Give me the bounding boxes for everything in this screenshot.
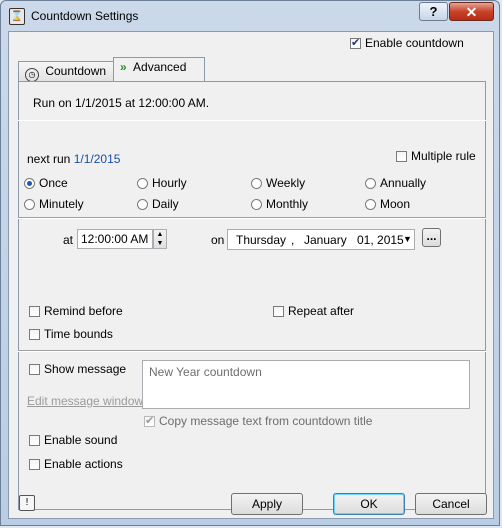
radio-minutely-icon[interactable] bbox=[24, 199, 35, 210]
remind-before-check-icon[interactable] bbox=[29, 306, 40, 317]
countdown-settings-window: ⌛ Countdown Settings ? ✕ Enable countdow… bbox=[0, 0, 500, 526]
radio-moon[interactable]: Moon bbox=[365, 197, 410, 211]
radio-hourly[interactable]: Hourly bbox=[137, 176, 187, 190]
cancel-button[interactable]: Cancel bbox=[415, 493, 487, 515]
radio-once-icon[interactable] bbox=[24, 178, 35, 189]
timer-icon: ◷ bbox=[25, 68, 39, 82]
radio-daily-label: Daily bbox=[152, 197, 179, 211]
multiple-rule-label: Multiple rule bbox=[411, 149, 476, 163]
enable-sound-checkbox[interactable]: Enable sound bbox=[29, 433, 117, 447]
radio-moon-icon[interactable] bbox=[365, 199, 376, 210]
multiple-rule-check-icon[interactable] bbox=[396, 151, 407, 162]
date-separator: , bbox=[291, 233, 295, 247]
time-bounds-check-icon[interactable] bbox=[29, 329, 40, 340]
spin-up-icon[interactable]: ▲ bbox=[154, 230, 166, 239]
radio-minutely-label: Minutely bbox=[39, 197, 84, 211]
show-message-checkbox[interactable]: Show message bbox=[29, 362, 126, 376]
next-run-label: next run bbox=[27, 152, 71, 166]
enable-countdown-label: Enable countdown bbox=[365, 36, 464, 50]
copy-title-check-icon[interactable] bbox=[144, 414, 155, 427]
chevron-down-icon[interactable]: ▼ bbox=[403, 234, 412, 244]
ok-button[interactable]: OK bbox=[333, 493, 405, 515]
radio-weekly[interactable]: Weekly bbox=[251, 176, 305, 190]
message-text: New Year countdown bbox=[149, 365, 262, 379]
repeat-after-check-icon[interactable] bbox=[273, 306, 284, 317]
enable-sound-label: Enable sound bbox=[44, 433, 118, 447]
tab-advanced[interactable]: » Advanced bbox=[113, 57, 205, 81]
at-label: at bbox=[63, 233, 74, 247]
time-bounds-checkbox[interactable]: Time bounds bbox=[29, 327, 113, 341]
radio-daily[interactable]: Daily bbox=[137, 197, 179, 211]
next-run-link[interactable]: 1/1/2015 bbox=[74, 152, 121, 166]
remind-before-label: Remind before bbox=[44, 304, 123, 318]
multiple-rule-checkbox[interactable]: Multiple rule bbox=[396, 149, 476, 163]
remind-before-checkbox[interactable]: Remind before bbox=[29, 304, 123, 318]
tab-advanced-label: Advanced bbox=[133, 60, 187, 74]
speech-bubble-icon[interactable]: ! bbox=[19, 495, 35, 511]
message-textarea[interactable]: New Year countdown bbox=[142, 360, 470, 409]
frequency-separator bbox=[18, 217, 486, 219]
tab-countdown-label: Countdown bbox=[45, 64, 107, 78]
enable-actions-check-icon[interactable] bbox=[29, 459, 40, 470]
enable-actions-checkbox[interactable]: Enable actions bbox=[29, 457, 123, 471]
time-value: 12:00:00 AM bbox=[81, 232, 149, 246]
time-spinner[interactable]: ▲ ▼ bbox=[153, 229, 167, 249]
spin-down-icon[interactable]: ▼ bbox=[154, 239, 166, 248]
date-day-year[interactable]: 01, 2015 bbox=[357, 233, 404, 247]
date-browse-button[interactable]: ... bbox=[422, 228, 441, 247]
enable-actions-label: Enable actions bbox=[44, 457, 123, 471]
apply-button[interactable]: Apply bbox=[231, 493, 303, 515]
radio-once-label: Once bbox=[39, 176, 68, 190]
double-chevron-icon: » bbox=[120, 60, 127, 74]
copy-title-label: Copy message text from countdown title bbox=[159, 414, 373, 428]
date-picker[interactable]: Thursday , January 01, 2015 ▼ bbox=[227, 229, 415, 250]
copy-title-checkbox[interactable]: Copy message text from countdown title bbox=[144, 414, 372, 428]
title-bar[interactable]: ⌛ Countdown Settings ? ✕ bbox=[1, 1, 499, 31]
time-input[interactable]: 12:00:00 AM bbox=[77, 229, 153, 249]
on-label: on bbox=[211, 233, 225, 247]
radio-annually-label: Annually bbox=[380, 176, 427, 190]
date-month[interactable]: January bbox=[304, 233, 347, 247]
show-message-check-icon[interactable] bbox=[29, 364, 40, 375]
window-title: Countdown Settings bbox=[31, 9, 139, 23]
tab-countdown[interactable]: ◷ Countdown bbox=[18, 61, 114, 82]
date-weekday[interactable]: Thursday bbox=[236, 233, 286, 247]
schedule-summary: Run on 1/1/2015 at 12:00:00 AM. bbox=[33, 96, 210, 110]
app-icon: ⌛ bbox=[9, 8, 25, 25]
radio-annually-icon[interactable] bbox=[365, 178, 376, 189]
radio-monthly-icon[interactable] bbox=[251, 199, 262, 210]
summary-separator bbox=[18, 119, 486, 121]
enable-sound-check-icon[interactable] bbox=[29, 435, 40, 446]
time-bounds-label: Time bounds bbox=[44, 327, 113, 341]
radio-weekly-label: Weekly bbox=[266, 176, 306, 190]
repeat-after-checkbox[interactable]: Repeat after bbox=[273, 304, 354, 318]
enable-countdown-checkbox[interactable]: Enable countdown bbox=[350, 36, 464, 50]
next-run-row: next run 1/1/2015 bbox=[27, 152, 120, 166]
radio-monthly-label: Monthly bbox=[266, 197, 309, 211]
radio-daily-icon[interactable] bbox=[137, 199, 148, 210]
show-message-label: Show message bbox=[44, 362, 127, 376]
dialog-client-area: Enable countdown ◷ Countdown » Advanced … bbox=[8, 31, 494, 519]
enable-countdown-check-icon[interactable] bbox=[350, 36, 361, 49]
close-button[interactable]: ✕ bbox=[449, 2, 494, 21]
repeat-after-label: Repeat after bbox=[288, 304, 355, 318]
radio-hourly-icon[interactable] bbox=[137, 178, 148, 189]
options-separator bbox=[18, 350, 486, 352]
radio-hourly-label: Hourly bbox=[152, 176, 187, 190]
radio-moon-label: Moon bbox=[380, 197, 411, 211]
radio-weekly-icon[interactable] bbox=[251, 178, 262, 189]
radio-annually[interactable]: Annually bbox=[365, 176, 426, 190]
radio-once[interactable]: Once bbox=[24, 176, 68, 190]
help-button[interactable]: ? bbox=[419, 2, 448, 21]
radio-minutely[interactable]: Minutely bbox=[24, 197, 84, 211]
radio-monthly[interactable]: Monthly bbox=[251, 197, 308, 211]
edit-message-window-link[interactable]: Edit message window bbox=[27, 394, 143, 408]
